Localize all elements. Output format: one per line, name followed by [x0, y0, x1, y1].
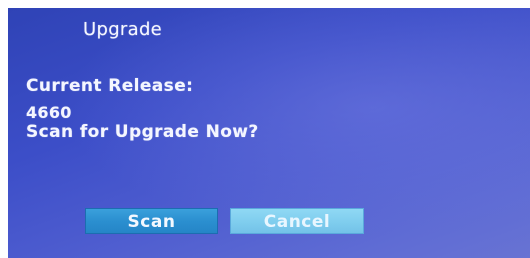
dialog-title: Upgrade: [83, 19, 163, 40]
scan-prompt-text: Scan for Upgrade Now?: [26, 122, 259, 142]
upgrade-dialog: Upgrade Current Release: 4660 Scan for U…: [8, 8, 530, 258]
cancel-button[interactable]: Cancel: [230, 208, 364, 234]
current-release-value: 4660: [26, 103, 72, 122]
scan-button[interactable]: Scan: [85, 208, 218, 234]
current-release-label: Current Release:: [26, 76, 194, 96]
